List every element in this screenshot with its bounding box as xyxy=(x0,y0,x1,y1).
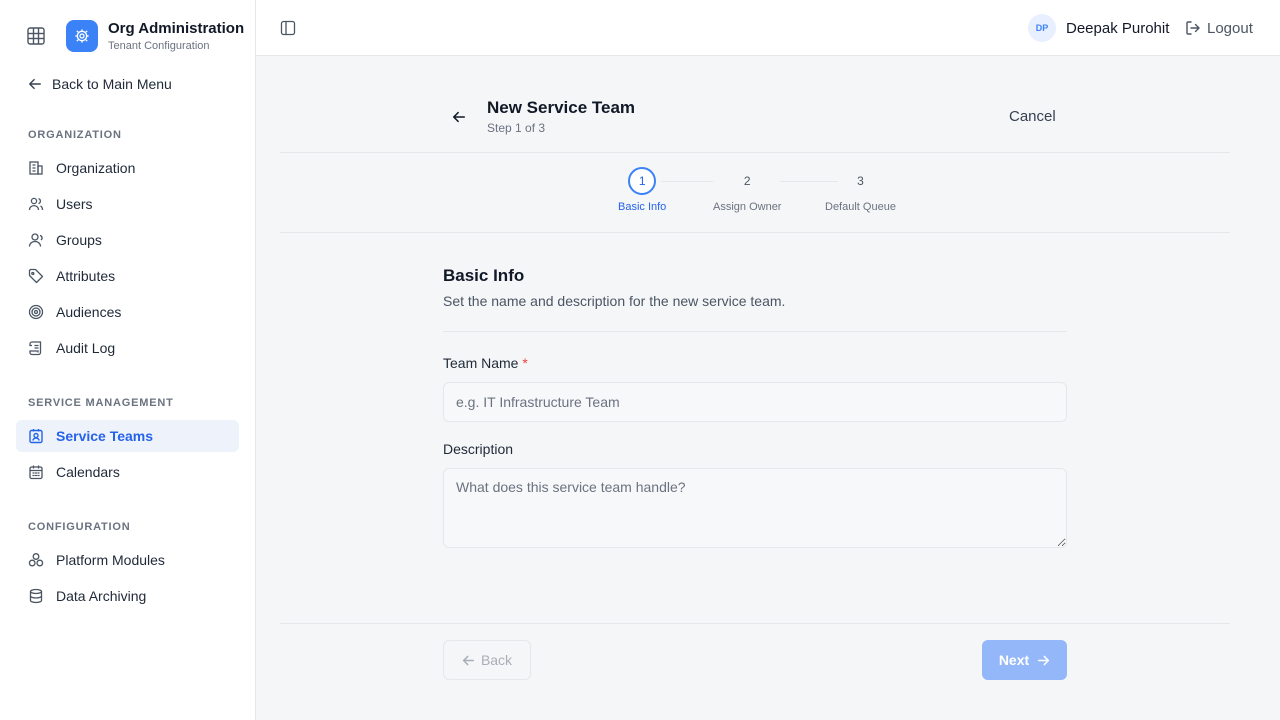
top-bar: DP Deepak Purohit Logout xyxy=(256,0,1280,56)
user-name: Deepak Purohit xyxy=(1066,19,1170,37)
page-title: New Service Team xyxy=(487,98,636,117)
description-textarea[interactable] xyxy=(443,468,1067,548)
grid-icon xyxy=(27,27,45,45)
step-basic-info: 1 Basic Info xyxy=(618,167,666,213)
team-name-input[interactable] xyxy=(443,382,1067,422)
sidebar-item-label: Groups xyxy=(56,232,102,248)
sidebar-item-label: Attributes xyxy=(56,268,116,284)
next-button[interactable]: Next xyxy=(982,640,1067,680)
logout-icon xyxy=(1186,21,1200,35)
back-button-label: Back xyxy=(480,652,513,668)
app-title: Org Administration xyxy=(108,20,245,37)
back-arrow-button[interactable] xyxy=(450,108,468,126)
building-icon xyxy=(28,160,44,176)
arrow-right-icon xyxy=(1038,655,1050,665)
arrow-left-icon xyxy=(29,78,41,90)
sidebar-item-label: Service Teams xyxy=(56,428,154,444)
cancel-button[interactable]: Cancel xyxy=(1009,108,1056,125)
users-icon xyxy=(28,196,44,212)
sidebar-item-groups[interactable]: Groups xyxy=(16,224,239,256)
section-title-configuration: CONFIGURATION xyxy=(28,521,131,533)
back-button[interactable]: Back xyxy=(443,640,531,680)
calendar-icon xyxy=(28,464,44,480)
step-connector xyxy=(661,181,713,182)
step-default-queue: 3 Default Queue xyxy=(825,167,896,213)
step-number: 2 xyxy=(733,167,762,195)
scroll-icon xyxy=(28,340,44,356)
sidebar-item-label: Audit Log xyxy=(56,340,116,356)
sidebar-item-attributes[interactable]: Attributes xyxy=(16,260,239,292)
form-section-description: Set the name and description for the new… xyxy=(443,293,786,309)
page-step-indicator: Step 1 of 3 xyxy=(487,121,546,135)
sidebar-item-label: Platform Modules xyxy=(56,552,165,568)
sidebar-item-audit-log[interactable]: Audit Log xyxy=(16,332,239,364)
sidebar-item-label: Calendars xyxy=(56,464,120,480)
main-content: New Service Team Step 1 of 3 Cancel 1 Ba… xyxy=(256,56,1280,720)
page-header: New Service Team Step 1 of 3 Cancel xyxy=(280,56,1230,153)
section-title-organization: ORGANIZATION xyxy=(28,129,122,141)
sidebar-item-organization[interactable]: Organization xyxy=(16,152,239,184)
avatar: DP xyxy=(1028,14,1056,42)
target-icon xyxy=(28,304,44,320)
tag-icon xyxy=(28,268,44,284)
database-icon xyxy=(28,588,44,604)
logout-label: Logout xyxy=(1207,19,1253,37)
sidebar-item-audiences[interactable]: Audiences xyxy=(16,296,239,328)
sidebar-item-label: Data Archiving xyxy=(56,588,147,604)
user-group-icon xyxy=(28,232,44,248)
app-grid-button[interactable] xyxy=(26,26,46,46)
back-to-main-menu-label: Back to Main Menu xyxy=(52,76,172,92)
step-label: Assign Owner xyxy=(713,201,782,213)
sidebar-item-label: Audiences xyxy=(56,304,122,320)
step-number: 3 xyxy=(846,167,875,195)
team-name-label: Team Name * xyxy=(443,355,528,371)
logout-button[interactable]: Logout xyxy=(1185,18,1253,38)
boxes-icon xyxy=(28,552,44,568)
app-subtitle: Tenant Configuration xyxy=(108,40,210,52)
team-name-label-text: Team Name xyxy=(443,355,519,371)
brand-logo xyxy=(66,20,98,52)
step-label: Default Queue xyxy=(825,201,896,213)
section-title-service-management: SERVICE MANAGEMENT xyxy=(28,397,174,409)
sidebar-item-label: Organization xyxy=(56,160,136,176)
sidebar-item-data-archiving[interactable]: Data Archiving xyxy=(16,580,239,612)
divider xyxy=(443,331,1067,332)
sidebar-item-label: Users xyxy=(56,196,93,212)
stepper: 1 Basic Info 2 Assign Owner 3 Default Qu… xyxy=(280,153,1230,233)
contact-icon xyxy=(28,428,44,444)
back-to-main-menu-link[interactable]: Back to Main Menu xyxy=(28,74,172,94)
sidebar: Org Administration Tenant Configuration … xyxy=(0,0,256,720)
step-label: Basic Info xyxy=(618,201,667,213)
arrow-left-icon xyxy=(462,655,475,665)
sidebar-item-calendars[interactable]: Calendars xyxy=(16,456,239,488)
required-marker: * xyxy=(522,355,528,371)
gear-icon xyxy=(75,29,89,43)
step-assign-owner: 2 Assign Owner xyxy=(713,167,781,213)
footer-divider xyxy=(280,623,1230,624)
panel-left-icon xyxy=(280,20,296,36)
description-label: Description xyxy=(443,441,514,457)
user-menu[interactable]: DP Deepak Purohit xyxy=(1028,14,1169,42)
sidebar-item-platform-modules[interactable]: Platform Modules xyxy=(16,544,239,576)
sidebar-item-users[interactable]: Users xyxy=(16,188,239,220)
form-section-heading: Basic Info xyxy=(443,266,525,285)
step-number: 1 xyxy=(628,167,657,195)
brand-header: Org Administration Tenant Configuration xyxy=(0,0,256,56)
sidebar-item-service-teams[interactable]: Service Teams xyxy=(16,420,239,452)
arrow-left-icon xyxy=(452,111,466,123)
sidebar-toggle-button[interactable] xyxy=(278,18,298,38)
next-button-label: Next xyxy=(998,652,1030,668)
